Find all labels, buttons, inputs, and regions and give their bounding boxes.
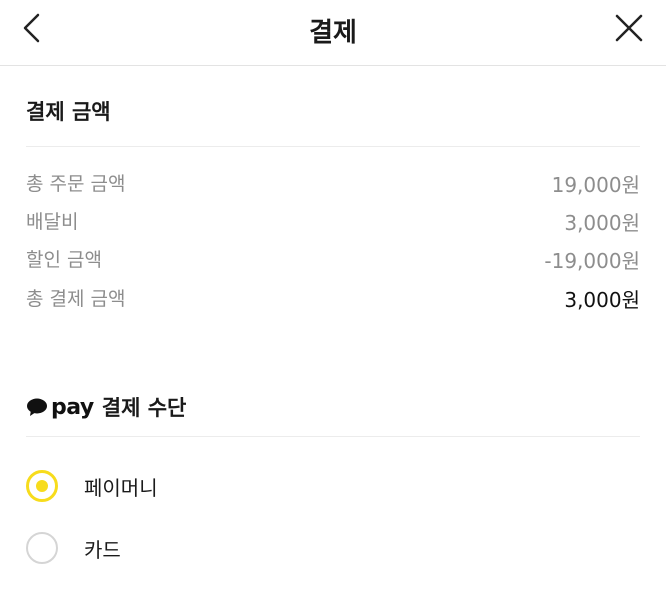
close-icon [615, 14, 643, 42]
option-label: 카드 [84, 538, 121, 562]
payment-method-title: pay 결제 수단 [26, 392, 186, 422]
close-button[interactable] [610, 10, 650, 50]
divider [26, 436, 640, 437]
page-title: 결제 [309, 18, 357, 48]
divider [26, 146, 640, 147]
row-value: 19,000원 [551, 173, 640, 197]
radio-unselected[interactable] [26, 532, 58, 564]
row-value-total: 3,000원 [564, 288, 640, 312]
radio-dot [36, 480, 48, 492]
speech-bubble-icon [27, 398, 47, 416]
payment-amount-title: 결제 금액 [26, 100, 111, 124]
row-label: 배달비 [26, 211, 79, 233]
row-value: -19,000원 [544, 249, 640, 273]
payment-method-label: 결제 수단 [101, 396, 187, 420]
row-label: 총 결제 금액 [26, 288, 126, 310]
top-bar: 결제 [0, 0, 666, 66]
radio-selected[interactable] [26, 470, 58, 502]
row-label: 총 주문 금액 [26, 173, 126, 195]
summary-row-discount: 할인 금액 -19,000원 [26, 245, 640, 275]
row-value: 3,000원 [564, 211, 640, 235]
payment-option-paymoney[interactable]: 페이머니 [26, 470, 426, 506]
summary-row-order-total: 총 주문 금액 19,000원 [26, 169, 640, 199]
option-label: 페이머니 [84, 476, 158, 500]
summary-row-payment-total: 총 결제 금액 3,000원 [26, 284, 640, 314]
row-label: 할인 금액 [26, 249, 102, 271]
pay-brand: pay [51, 394, 94, 420]
payment-option-card[interactable]: 카드 [26, 532, 426, 568]
summary-row-delivery-fee: 배달비 3,000원 [26, 207, 640, 237]
